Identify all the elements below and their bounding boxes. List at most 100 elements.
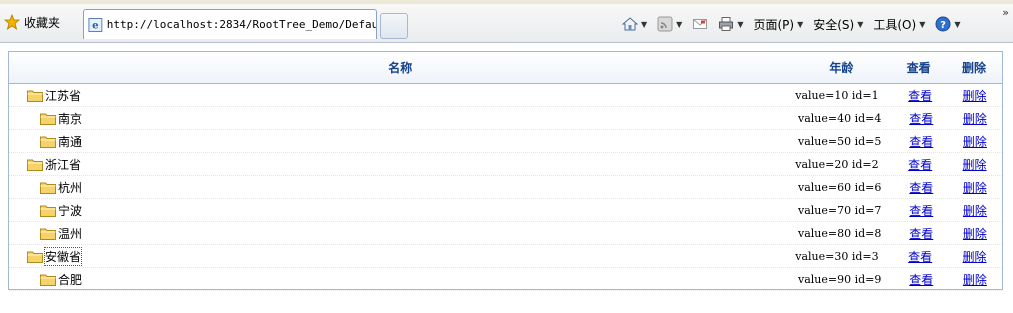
delete-link[interactable]: 删除 (963, 112, 987, 126)
tree-node-label: 温州 (58, 226, 83, 241)
table-row: 温州 value=80 id=8 查看 删除 (9, 222, 1002, 245)
view-link[interactable]: 查看 (908, 158, 932, 172)
row-value: value=20 id=2 (795, 157, 879, 171)
tree-grid: 名称 年龄 查看 删除 江苏省 value=10 id=1 查看 删除 南京 value=… (8, 51, 1003, 291)
table-row: 南通 value=50 id=5 查看 删除 (9, 130, 1002, 153)
tree-node-label: 安徽省 (43, 246, 83, 266)
view-link[interactable]: 查看 (908, 89, 932, 103)
tree-node[interactable]: 南京 (9, 110, 798, 127)
favorites-button[interactable]: 收藏夹 (4, 12, 60, 32)
tree-node-label: 江苏省 (45, 88, 82, 103)
delete-link[interactable]: 删除 (963, 227, 987, 241)
row-value: value=40 id=4 (798, 111, 882, 125)
row-value: value=60 id=6 (798, 180, 882, 194)
page-menu-label: 页面(P) (753, 17, 795, 32)
rss-icon (657, 16, 673, 32)
folder-icon (27, 159, 43, 171)
tree-node[interactable]: 合肥 (9, 271, 798, 288)
home-dropdown-icon[interactable]: ▼ (641, 20, 647, 29)
safety-menu[interactable]: 安全(S) ▼ (813, 16, 863, 33)
safety-menu-label: 安全(S) (813, 17, 855, 32)
row-value: value=10 id=1 (795, 88, 879, 102)
folder-icon (40, 228, 56, 240)
header-delete: 删除 (962, 61, 987, 75)
delete-link[interactable]: 删除 (963, 135, 987, 149)
view-link[interactable]: 查看 (909, 135, 933, 149)
folder-icon (40, 274, 56, 286)
safety-dropdown-icon: ▼ (857, 19, 864, 29)
folder-icon (27, 251, 43, 263)
table-row: 宁波 value=70 id=7 查看 删除 (9, 199, 1002, 222)
mail-button[interactable] (692, 16, 708, 32)
tree-node[interactable]: 宁波 (9, 202, 798, 219)
tree-node[interactable]: 南通 (9, 133, 798, 150)
table-row: 杭州 value=60 id=6 查看 删除 (9, 176, 1002, 199)
table-row: 合肥 value=90 id=9 查看 删除 (9, 268, 1002, 291)
favorites-label: 收藏夹 (24, 15, 61, 30)
home-icon (622, 17, 638, 31)
tools-menu-label: 工具(O) (873, 17, 917, 32)
folder-icon (40, 205, 56, 217)
tree-node[interactable]: 温州 (9, 225, 798, 242)
delete-link[interactable]: 删除 (963, 250, 987, 264)
row-value: value=50 id=5 (798, 134, 882, 148)
folder-icon (40, 136, 56, 148)
tree-node-label: 杭州 (58, 180, 83, 195)
page-dropdown-icon: ▼ (797, 19, 804, 29)
delete-link[interactable]: 删除 (963, 89, 987, 103)
feeds-button[interactable]: ▼ (657, 16, 682, 32)
table-row: 安徽省 value=30 id=3 查看 删除 (9, 245, 1002, 268)
delete-link[interactable]: 删除 (963, 181, 987, 195)
grid-header: 名称 年龄 查看 删除 (9, 52, 1002, 84)
folder-icon (40, 113, 56, 125)
tree-node[interactable]: 安徽省 (9, 246, 795, 266)
browser-toolbar: 收藏夹 e http://localhost:2834/RootTree_Dem… (0, 4, 1013, 43)
table-row: 浙江省 value=20 id=2 查看 删除 (9, 153, 1002, 176)
new-tab-button[interactable] (380, 13, 408, 39)
header-age: 年龄 (829, 61, 854, 75)
delete-link[interactable]: 删除 (963, 158, 987, 172)
view-link[interactable]: 查看 (909, 204, 933, 218)
row-value: value=70 id=7 (798, 203, 882, 217)
tree-node-label: 宁波 (58, 203, 83, 218)
star-icon (4, 14, 20, 30)
svg-text:e: e (92, 19, 98, 31)
command-bar: ▼ ▼ ▼ 页面(P) ▼ 安全(S) ▼ 工具(O) ▼ ? ▼ (622, 14, 971, 34)
tree-node[interactable]: 浙江省 (9, 156, 795, 173)
header-view: 查看 (906, 61, 931, 75)
tree-node[interactable]: 杭州 (9, 179, 798, 196)
tree-node-label: 南通 (58, 134, 83, 149)
folder-icon (27, 90, 43, 102)
tree-node-label: 浙江省 (45, 157, 82, 172)
mail-icon (693, 19, 708, 29)
view-link[interactable]: 查看 (909, 181, 933, 195)
tools-dropdown-icon: ▼ (919, 19, 926, 29)
svg-text:?: ? (940, 20, 946, 31)
rss-dropdown-icon[interactable]: ▼ (676, 20, 682, 29)
view-link[interactable]: 查看 (909, 112, 933, 126)
tools-menu[interactable]: 工具(O) ▼ (873, 16, 925, 33)
tree-node[interactable]: 江苏省 (9, 87, 795, 104)
page-menu[interactable]: 页面(P) ▼ (753, 16, 803, 33)
table-row: 南京 value=40 id=4 查看 删除 (9, 107, 1002, 130)
view-link[interactable]: 查看 (909, 273, 933, 287)
view-link[interactable]: 查看 (909, 227, 933, 241)
tree-node-label: 合肥 (58, 272, 83, 287)
print-dropdown-icon[interactable]: ▼ (737, 20, 743, 29)
row-value: value=80 id=8 (798, 226, 882, 240)
print-button[interactable]: ▼ (718, 16, 743, 32)
row-value: value=30 id=3 (795, 249, 879, 263)
help-dropdown-icon: ▼ (954, 19, 961, 29)
browser-tab[interactable]: e http://localhost:2834/RootTree_Demo/De… (83, 9, 377, 39)
view-link[interactable]: 查看 (908, 250, 932, 264)
tree-node-label: 南京 (58, 111, 83, 126)
row-value: value=90 id=9 (798, 272, 882, 286)
delete-link[interactable]: 删除 (963, 273, 987, 287)
help-button[interactable]: ? ▼ (935, 16, 961, 32)
header-name: 名称 (388, 61, 413, 75)
folder-icon (40, 182, 56, 194)
toolbar-overflow-chevron[interactable]: » (1002, 6, 1009, 19)
delete-link[interactable]: 删除 (963, 204, 987, 218)
help-icon: ? (935, 16, 951, 32)
home-button[interactable]: ▼ (622, 16, 647, 32)
